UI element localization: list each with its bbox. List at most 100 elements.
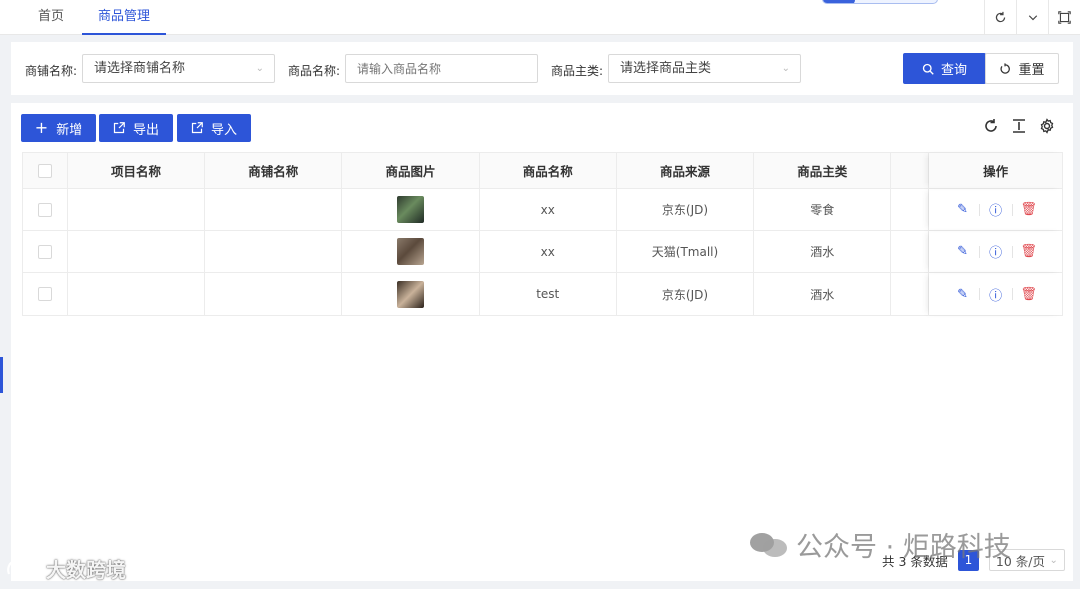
- reset-button-label: 重置: [1018, 63, 1045, 78]
- table-row: test 京东(JD) 酒水 ✎ ⓘ 🗑: [23, 273, 1062, 315]
- category-select-placeholder: 请选择商品主类: [620, 61, 712, 76]
- cell-product-category: 酒水: [754, 273, 892, 315]
- search-icon: [922, 63, 934, 75]
- product-list-panel: + 新增 导出 导入 项目名称 商铺名称 商品图片 商品名称 商品来源 商品主类…: [11, 103, 1073, 581]
- cell-product-image: [342, 273, 480, 315]
- watermark-logo-icon: [7, 560, 35, 575]
- shop-name-select[interactable]: 请选择商铺名称 ⌄: [82, 54, 275, 83]
- sidebar-collapse-handle[interactable]: [0, 357, 3, 393]
- cell-product-name: xx: [480, 189, 617, 230]
- watermark-right: 公众号 · 炬路科技: [750, 527, 1011, 563]
- cell-product-source: 天猫(Tmall): [617, 231, 755, 272]
- row-select-cell: [23, 189, 68, 230]
- gear-icon[interactable]: [1039, 118, 1055, 134]
- cell-product-source: 京东(JD): [617, 273, 755, 315]
- cell-shop-name: [205, 189, 343, 230]
- cell-project-name: [68, 273, 206, 315]
- header-shop-name: 商铺名称: [205, 153, 343, 188]
- watermark-left: 大数跨境: [6, 555, 126, 582]
- top-actions: [984, 0, 1080, 35]
- row-select-cell: [23, 231, 68, 272]
- shop-name-select-placeholder: 请选择商铺名称: [94, 61, 186, 76]
- cell-product-category: 零食: [754, 189, 892, 230]
- product-thumbnail[interactable]: [397, 238, 424, 265]
- chevron-down-icon: ⌄: [255, 63, 264, 74]
- delete-icon[interactable]: 🗑: [1016, 202, 1042, 217]
- table-row: xx 京东(JD) 零食 ✎ ⓘ 🗑: [23, 189, 1062, 231]
- tab-product-management[interactable]: 商品管理: [82, 0, 166, 35]
- top-toggle-pill[interactable]: [822, 0, 938, 4]
- tab-home[interactable]: 首页: [38, 0, 64, 35]
- info-icon[interactable]: ⓘ: [983, 285, 1009, 304]
- table-row: xx 天猫(Tmall) 酒水 ✎ ⓘ 🗑: [23, 231, 1062, 273]
- cell-actions: ✎ ⓘ 🗑: [929, 273, 1062, 315]
- header-product-image: 商品图片: [342, 153, 480, 188]
- header-product-category: 商品主类: [754, 153, 892, 188]
- product-thumbnail[interactable]: [397, 196, 424, 223]
- product-name-input[interactable]: [345, 54, 538, 83]
- row-checkbox[interactable]: [37, 244, 52, 259]
- cell-product-name: xx: [480, 231, 617, 272]
- cell-shop-name: [205, 273, 343, 315]
- row-checkbox[interactable]: [37, 202, 52, 217]
- add-button[interactable]: + 新增: [21, 114, 96, 142]
- shop-name-label: 商铺名称:: [25, 64, 78, 78]
- row-checkbox[interactable]: [37, 287, 52, 301]
- cell-actions: ✎ ⓘ 🗑: [929, 189, 1062, 230]
- cell-extra: [891, 189, 930, 230]
- cell-product-source: 京东(JD): [617, 189, 755, 230]
- header-product-name: 商品名称: [480, 153, 617, 188]
- delete-icon[interactable]: 🗑: [1016, 244, 1042, 259]
- cell-project-name: [68, 231, 206, 272]
- header-select-cell: [23, 153, 68, 188]
- import-button-label: 导入: [210, 122, 237, 138]
- cell-product-category: 酒水: [754, 231, 892, 272]
- category-select[interactable]: 请选择商品主类 ⌄: [608, 54, 801, 83]
- column-height-icon[interactable]: [1011, 118, 1027, 134]
- header-project-name: 项目名称: [68, 153, 206, 188]
- import-icon: [191, 122, 203, 134]
- query-button-label: 查询: [940, 63, 967, 78]
- refresh-icon[interactable]: [983, 118, 999, 134]
- info-icon[interactable]: ⓘ: [983, 242, 1009, 261]
- tab-bar: 首页 商品管理: [0, 0, 1080, 35]
- header-actions: 操作: [929, 153, 1062, 188]
- header-extra: [891, 153, 930, 188]
- table-header: 项目名称 商铺名称 商品图片 商品名称 商品来源 商品主类 操作: [23, 153, 1062, 189]
- import-button[interactable]: 导入: [177, 114, 251, 142]
- cell-extra: [891, 231, 930, 272]
- export-icon: [113, 122, 125, 134]
- cell-product-image: [342, 231, 480, 272]
- table-tools: [983, 118, 1055, 134]
- cell-project-name: [68, 189, 206, 230]
- search-panel: 商铺名称: 请选择商铺名称 ⌄ 商品名称: 商品主类: 请选择商品主类 ⌄ 查询…: [11, 42, 1073, 95]
- watermark-left-text: 大数跨境: [46, 557, 126, 582]
- watermark-right-text: 公众号 · 炬路科技: [796, 531, 1011, 563]
- reset-button[interactable]: 重置: [985, 53, 1059, 84]
- cell-product-name: test: [480, 273, 617, 315]
- header-product-source: 商品来源: [617, 153, 755, 188]
- plus-icon: +: [34, 118, 49, 137]
- add-button-label: 新增: [56, 122, 83, 138]
- product-name-label: 商品名称:: [288, 64, 341, 78]
- chevron-down-icon: ⌄: [781, 63, 790, 74]
- info-icon[interactable]: ⓘ: [983, 200, 1009, 219]
- export-button[interactable]: 导出: [99, 114, 173, 142]
- cell-extra: [891, 273, 930, 315]
- export-button-label: 导出: [132, 122, 159, 138]
- select-all-checkbox[interactable]: [37, 163, 52, 178]
- cell-product-image: [342, 189, 480, 230]
- edit-icon[interactable]: ✎: [950, 202, 976, 217]
- category-label: 商品主类:: [551, 64, 604, 78]
- refresh-icon[interactable]: [984, 0, 1016, 35]
- edit-icon[interactable]: ✎: [950, 287, 976, 302]
- product-thumbnail[interactable]: [397, 280, 424, 308]
- wechat-icon: [750, 531, 788, 557]
- product-table: 项目名称 商铺名称 商品图片 商品名称 商品来源 商品主类 操作 xx 京东(J…: [22, 152, 1063, 316]
- fullscreen-icon[interactable]: [1048, 0, 1080, 35]
- delete-icon[interactable]: 🗑: [1016, 287, 1042, 302]
- chevron-down-icon[interactable]: [1016, 0, 1048, 35]
- query-button[interactable]: 查询: [903, 53, 986, 84]
- cell-shop-name: [205, 231, 343, 272]
- edit-icon[interactable]: ✎: [950, 244, 976, 259]
